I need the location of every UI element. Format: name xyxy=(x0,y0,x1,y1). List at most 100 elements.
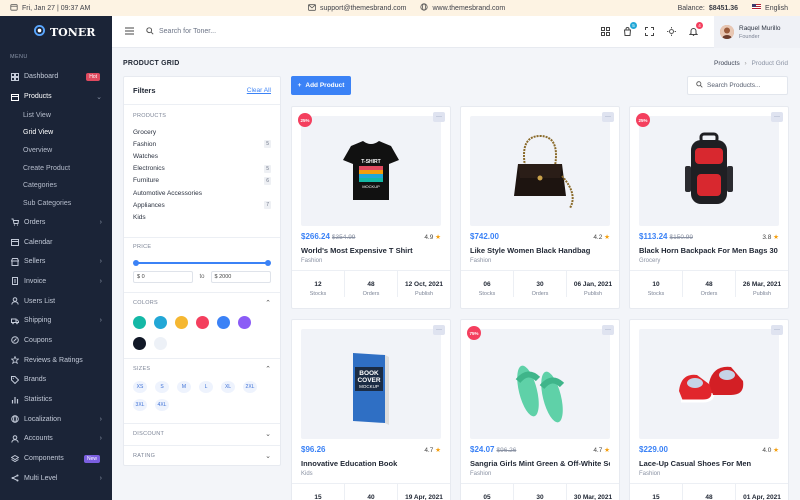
product-name[interactable]: Innovative Education Book xyxy=(301,459,441,468)
product-card[interactable]: 75% ··· $24.07 $96.26 4.7 ★ Sangria Girls Min… xyxy=(460,319,620,500)
global-search[interactable]: Search for Toner... xyxy=(146,26,216,37)
sidebar-item-accounts[interactable]: Accounts › xyxy=(0,429,112,449)
color-swatch[interactable] xyxy=(238,316,251,329)
filter-product-item[interactable]: Watches xyxy=(133,150,271,162)
filter-product-item[interactable]: Grocery xyxy=(133,126,271,138)
sidebar-item-dashboard[interactable]: Dashboard Hot xyxy=(0,67,112,87)
price-max-handle[interactable] xyxy=(265,260,271,266)
size-option[interactable]: 2XL xyxy=(243,381,257,393)
color-swatch[interactable] xyxy=(154,316,167,329)
size-option[interactable]: XS xyxy=(133,381,147,393)
hamburger-icon[interactable] xyxy=(125,27,134,37)
product-name[interactable]: Sangria Girls Mint Green & Off-White Sol… xyxy=(470,459,610,468)
size-option[interactable]: M xyxy=(177,381,191,393)
clear-all-link[interactable]: Clear All xyxy=(247,87,271,94)
product-name[interactable]: Black Horn Backpack For Men Bags 30 L... xyxy=(639,246,779,255)
product-name[interactable]: Like Style Women Black Handbag xyxy=(470,246,610,255)
support-email[interactable]: support@themesbrand.com xyxy=(320,5,406,12)
user-menu[interactable]: Raquel Murillo Founder xyxy=(714,16,800,48)
discount-badge: 75% xyxy=(467,326,481,340)
size-option[interactable]: 4XL xyxy=(155,399,169,411)
filter-product-item[interactable]: Fashion 5 xyxy=(133,138,271,150)
sidebar-item-brands[interactable]: Brands xyxy=(0,370,112,390)
product-image[interactable]: T-SHIRT MOCKUP xyxy=(301,116,441,226)
sidebar-subitem-categories[interactable]: Categories xyxy=(0,177,112,195)
sidebar-item-coupons[interactable]: Coupons xyxy=(0,331,112,351)
discount-filter[interactable]: DISCOUNT ⌄ xyxy=(124,423,280,445)
chevron-up-icon[interactable]: ⌃ xyxy=(265,299,271,307)
price-max-input[interactable]: $ 2000 xyxy=(210,271,271,283)
filter-product-item[interactable]: Furniture 6 xyxy=(133,175,271,187)
product-search[interactable]: Search Products... xyxy=(687,76,788,95)
chevron-up-icon[interactable]: ⌃ xyxy=(265,365,271,373)
sidebar-item-statistics[interactable]: Statistics xyxy=(0,390,112,410)
sidebar-item-products[interactable]: Products ⌄ xyxy=(0,87,112,107)
product-card[interactable]: T-SHIRT MOCKUP 25% ··· $266.24 $354.99 4.9 ★ Wo… xyxy=(291,106,451,309)
add-product-button[interactable]: + Add Product xyxy=(291,76,351,95)
breadcrumb-products[interactable]: Products xyxy=(714,60,740,67)
more-options-icon[interactable]: ··· xyxy=(433,112,445,122)
product-card[interactable]: BOOK COVER MOCKUP ··· $96.26 4.7 ★ Innovative … xyxy=(291,319,451,500)
plus-icon: + xyxy=(297,82,302,89)
sidebar-item-localization[interactable]: Localization › xyxy=(0,409,112,429)
product-search-input[interactable]: Search Products... xyxy=(707,82,760,89)
language-selector[interactable]: English xyxy=(752,4,788,12)
product-image[interactable] xyxy=(639,329,779,439)
sidebar-item-reviews-ratings[interactable]: Reviews & Ratings xyxy=(0,350,112,370)
product-image[interactable] xyxy=(470,329,610,439)
color-swatch[interactable] xyxy=(175,316,188,329)
filter-product-item[interactable]: Appliances 7 xyxy=(133,199,271,211)
size-option[interactable]: L xyxy=(199,381,213,393)
color-swatch[interactable] xyxy=(133,337,146,350)
sidebar-subitem-create-product[interactable]: Create Product xyxy=(0,159,112,177)
sidebar-item-calendar[interactable]: Calendar xyxy=(0,232,112,252)
sidebar-item-invoice[interactable]: Invoice › xyxy=(0,272,112,292)
color-swatch[interactable] xyxy=(196,316,209,329)
sidebar-item-shipping[interactable]: Shipping › xyxy=(0,311,112,331)
apps-grid-icon[interactable] xyxy=(600,27,610,37)
sidebar-item-orders[interactable]: Orders › xyxy=(0,213,112,233)
price-range-slider[interactable] xyxy=(133,256,271,270)
sidebar-subitem-sub-categories[interactable]: Sub Categories xyxy=(0,195,112,213)
product-image[interactable] xyxy=(470,116,610,226)
coupon-icon xyxy=(10,336,19,345)
website-link[interactable]: www.themesbrand.com xyxy=(432,5,505,12)
theme-toggle-icon[interactable] xyxy=(666,27,676,37)
color-swatch[interactable] xyxy=(154,337,167,350)
cart-icon[interactable]: 5 xyxy=(622,21,637,37)
size-option[interactable]: XL xyxy=(221,381,235,393)
more-options-icon[interactable]: ··· xyxy=(433,325,445,335)
product-image[interactable]: BOOK COVER MOCKUP xyxy=(301,329,441,439)
more-options-icon[interactable]: ··· xyxy=(602,325,614,335)
sidebar-item-sellers[interactable]: Sellers › xyxy=(0,252,112,272)
price-min-input[interactable]: $ 0 xyxy=(133,271,194,283)
size-option[interactable]: 3XL xyxy=(133,399,147,411)
product-card[interactable]: 25% ··· $113.24 $150.99 3.8 ★ Black Horn Back… xyxy=(629,106,789,309)
price-min-handle[interactable] xyxy=(133,260,139,266)
sidebar-subitem-grid-view[interactable]: Grid View xyxy=(0,124,112,142)
product-card[interactable]: ··· $742.00 4.2 ★ Like Style Women Black Ha… xyxy=(460,106,620,309)
product-name[interactable]: World's Most Expensive T Shirt xyxy=(301,246,441,255)
more-options-icon[interactable]: ··· xyxy=(771,325,783,335)
bell-icon[interactable]: 4 xyxy=(688,21,703,37)
product-name[interactable]: Lace-Up Casual Shoes For Men xyxy=(639,459,779,468)
rating-filter[interactable]: RATING ⌄ xyxy=(124,445,280,467)
filter-product-item[interactable]: Automotive Accessories xyxy=(133,187,271,199)
brand-logo[interactable]: TONER xyxy=(0,16,112,48)
sidebar-subitem-list-view[interactable]: List View xyxy=(0,106,112,124)
size-option[interactable]: S xyxy=(155,381,169,393)
more-options-icon[interactable]: ··· xyxy=(602,112,614,122)
search-input[interactable]: Search for Toner... xyxy=(159,28,216,35)
color-swatch[interactable] xyxy=(217,316,230,329)
fullscreen-icon[interactable] xyxy=(644,27,654,37)
more-options-icon[interactable]: ··· xyxy=(771,112,783,122)
sidebar-item-components[interactable]: Components New xyxy=(0,449,112,469)
sidebar-subitem-overview[interactable]: Overview xyxy=(0,142,112,160)
filter-product-item[interactable]: Kids xyxy=(133,211,271,223)
color-swatch[interactable] xyxy=(133,316,146,329)
filter-product-item[interactable]: Electronics 5 xyxy=(133,163,271,175)
product-card[interactable]: ··· $229.00 4.0 ★ Lace-Up Casual Shoes For … xyxy=(629,319,789,500)
sidebar-item-multi-level[interactable]: Multi Level › xyxy=(0,468,112,488)
product-image[interactable] xyxy=(639,116,779,226)
sidebar-item-users-list[interactable]: Users List xyxy=(0,291,112,311)
